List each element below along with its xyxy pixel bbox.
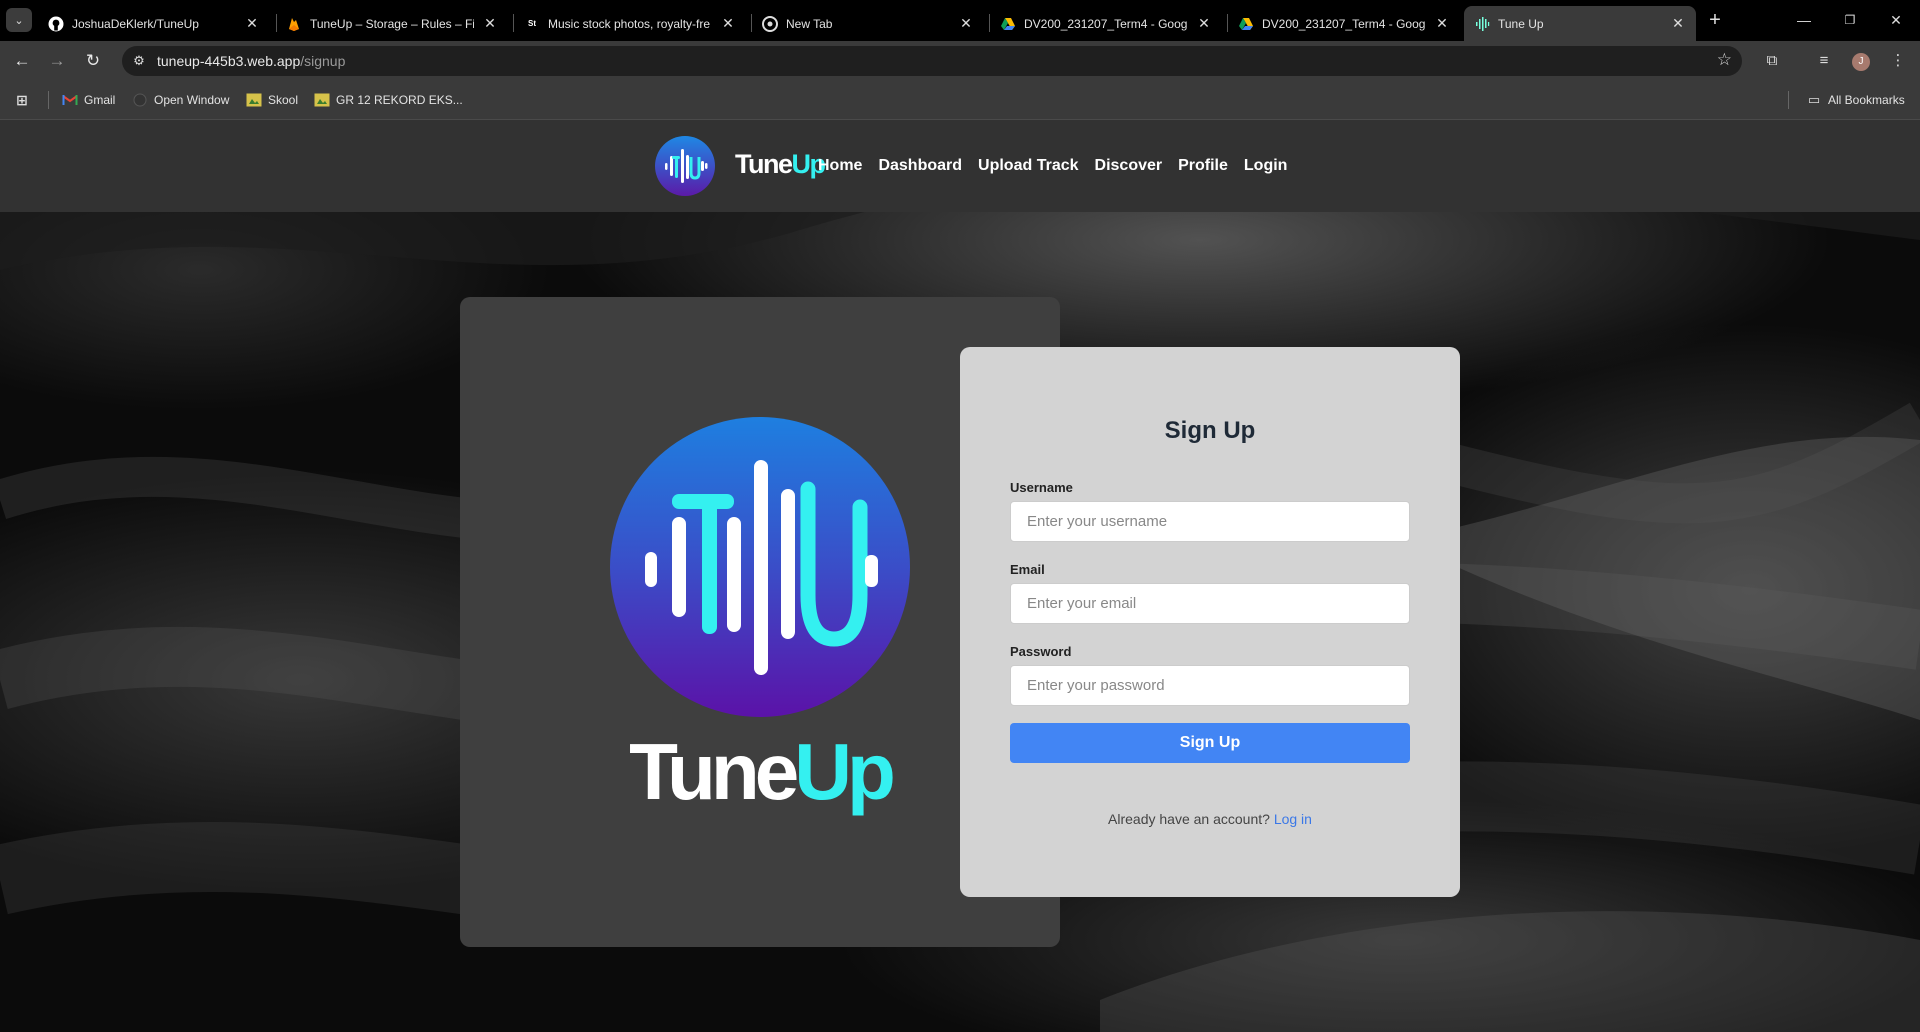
drive-icon [1238,16,1254,32]
tab-title: Tune Up [1498,16,1544,31]
profile-avatar[interactable]: J [1852,53,1870,71]
reload-icon[interactable]: ↻ [81,49,105,73]
tab-title: Music stock photos, royalty-fre [548,16,711,31]
tab-github[interactable]: JoshuaDeKlerk/TuneUp ✕ [38,6,270,41]
tab-title: JoshuaDeKlerk/TuneUp [72,16,199,31]
nav-profile[interactable]: Profile [1178,157,1228,175]
folder-icon: ▭ [1807,92,1821,107]
page-viewport: TuneUp Home Dashboard Upload Track Disco… [0,120,1920,1032]
brand-wordmark[interactable]: TuneUp [735,149,826,180]
email-field[interactable] [1010,583,1410,624]
bookmark-gr12[interactable]: GR 12 REKORD EKS... [314,90,463,110]
tab-new-tab[interactable]: New Tab ✕ [752,6,984,41]
folder-image-icon [246,92,262,108]
forward-icon[interactable]: → [45,49,69,73]
login-prompt: Already have an account? Log in [1108,811,1312,827]
address-bar[interactable]: ⚙ tuneup-445b3.web.app/signup ☆ [122,46,1742,76]
gmail-icon [62,92,78,108]
site-info-icon[interactable]: ⚙ [130,52,148,70]
username-label: Username [1010,480,1073,495]
tab-drive-1[interactable]: DV200_231207_Term4 - Google ✕ [990,6,1222,41]
drive-icon [1000,16,1016,32]
close-tab-icon[interactable]: ✕ [1196,15,1212,32]
tab-title: New Tab [786,16,833,31]
bookmark-skool[interactable]: Skool [246,90,298,110]
bookmarks-bar: ⊞ Gmail Open Window Skool GR 12 REKORD E… [0,80,1920,120]
nav-login[interactable]: Login [1244,157,1288,175]
bookmark-gmail[interactable]: Gmail [62,90,115,110]
close-tab-icon[interactable]: ✕ [244,15,260,32]
back-icon[interactable]: ← [10,49,34,73]
bookmark-open-window[interactable]: Open Window [132,90,229,110]
site-header: TuneUp Home Dashboard Upload Track Disco… [0,120,1920,212]
tab-title: DV200_231207_Term4 - Google [1262,16,1426,31]
firebase-icon [286,16,302,32]
nav-home[interactable]: Home [818,157,862,175]
extensions-icon[interactable]: ⧉ [1760,49,1784,73]
nav-dashboard[interactable]: Dashboard [878,157,962,175]
signup-form: Sign Up Username Email Password Sign Up … [960,347,1460,897]
url-text[interactable]: tuneup-445b3.web.app/signup [157,53,345,69]
globe-icon [132,92,148,108]
nav-discover[interactable]: Discover [1095,157,1163,175]
nav-upload-track[interactable]: Upload Track [978,157,1078,175]
close-tab-icon[interactable]: ✕ [1670,15,1686,32]
tab-drive-2[interactable]: DV200_231207_Term4 - Google ✕ [1228,6,1460,41]
email-label: Email [1010,562,1045,577]
close-tab-icon[interactable]: ✕ [482,15,498,32]
close-tab-icon[interactable]: ✕ [720,15,736,32]
password-field[interactable] [1010,665,1410,706]
close-tab-icon[interactable]: ✕ [958,15,974,32]
tab-search-button[interactable]: ⌄ [6,8,32,32]
restore-icon[interactable]: ❐ [1836,8,1864,32]
login-link[interactable]: Log in [1274,811,1312,827]
new-tab-button[interactable]: + [1704,10,1726,32]
close-tab-icon[interactable]: ✕ [1434,15,1450,32]
stock-icon: St [528,19,536,28]
main-nav: Home Dashboard Upload Track Discover Pro… [818,157,1287,175]
username-field[interactable] [1010,501,1410,542]
tab-stock[interactable]: St Music stock photos, royalty-fre ✕ [514,6,746,41]
close-window-icon[interactable]: ✕ [1882,8,1910,32]
all-bookmarks[interactable]: ▭ All Bookmarks [1806,90,1905,110]
tab-strip: ⌄ JoshuaDeKlerk/TuneUp ✕ TuneUp – Storag… [0,0,1920,41]
tab-tuneup[interactable]: Tune Up ✕ [1464,6,1696,41]
signup-title: Sign Up [1164,417,1256,444]
folder-image-icon [314,92,330,108]
sign-up-button[interactable]: Sign Up [1010,723,1410,763]
menu-kebab-icon[interactable]: ⋮ [1886,49,1910,73]
tab-firebase[interactable]: TuneUp – Storage – Rules – Fire ✕ [276,6,508,41]
tab-title: TuneUp – Storage – Rules – Fire [310,16,474,31]
minimize-icon[interactable]: — [1790,8,1818,32]
tuneup-large-logo-icon [610,417,910,717]
password-label: Password [1010,644,1072,659]
chrome-icon [762,15,778,32]
tuneup-logo-icon[interactable] [655,136,715,196]
tuneup-icon [1474,16,1490,32]
media-control-icon[interactable]: ≡ [1812,49,1836,73]
github-icon [48,16,64,32]
tab-title: DV200_231207_Term4 - Google [1024,16,1188,31]
bookmark-star-icon[interactable]: ☆ [1717,50,1732,70]
apps-grid-icon[interactable]: ⊞ [14,90,36,110]
browser-toolbar: ← → ↻ ⚙ tuneup-445b3.web.app/signup ☆ ⧉ … [0,41,1920,80]
